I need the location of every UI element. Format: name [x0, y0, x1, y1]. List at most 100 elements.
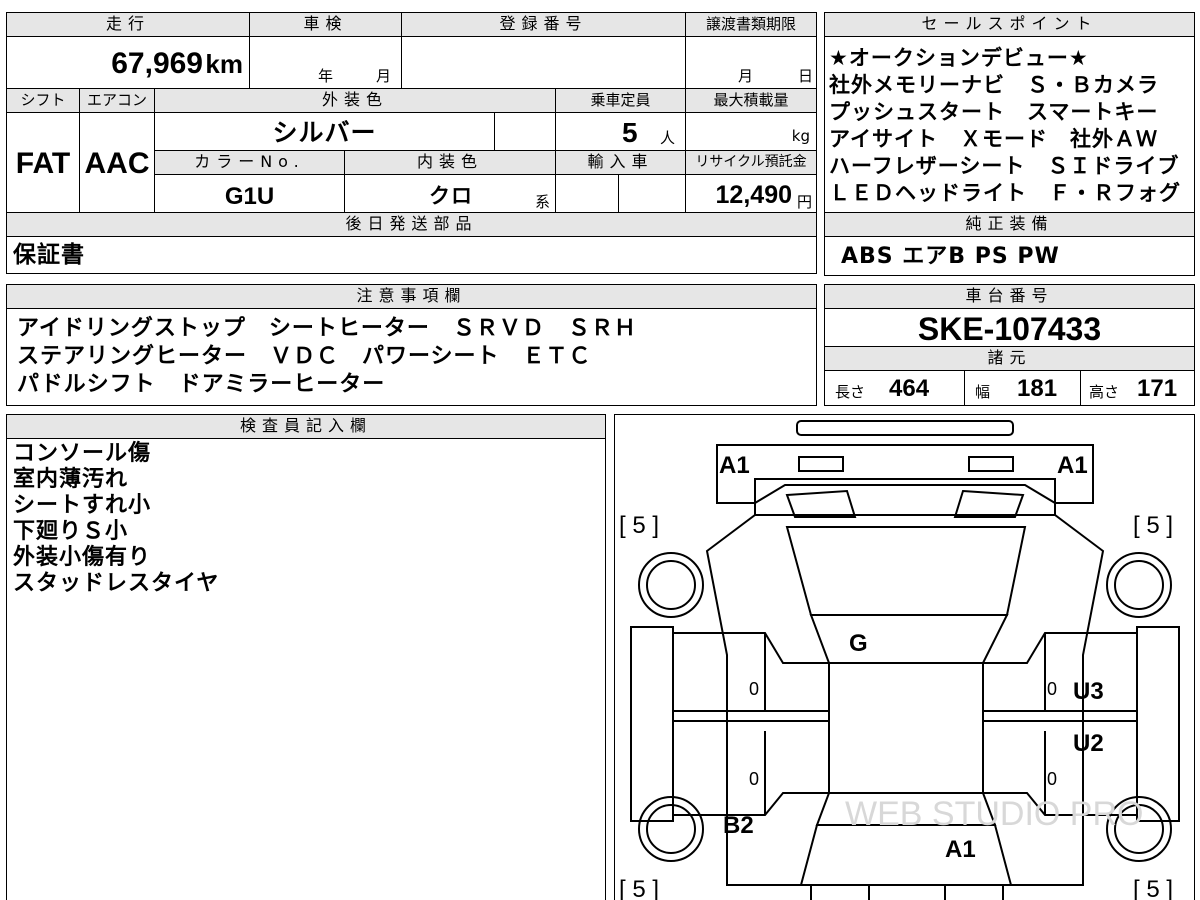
ext-color-value: シルバー	[272, 118, 377, 147]
hood-vent-right	[953, 489, 1025, 518]
color-no-label: カラーNo.	[194, 152, 305, 171]
mark-front-left: A1	[719, 452, 750, 479]
capacity-unit: 人	[660, 129, 676, 147]
ac-value: AAC	[84, 147, 150, 180]
door-mark-left-front: 0	[749, 679, 759, 699]
tire-mark-fl: [ 5 ]	[619, 512, 659, 539]
specs-height-cell: 高さ 171	[1080, 370, 1195, 406]
car-diagram: WEB STUDIO PRO A1 A1 G U3 U2 B2 A1 [ 5 ]…	[619, 420, 1180, 900]
shift-label: シフト	[20, 91, 66, 109]
sales-point-line: アイサイト Ｘモード 社外ＡＷ	[829, 127, 1158, 151]
tire-mark-fr: [ 5 ]	[1133, 512, 1173, 539]
transfer-cell: 月 日	[685, 36, 817, 89]
ext-color-extra-cell	[494, 112, 556, 151]
max-load-label: 最大積載量	[713, 91, 789, 109]
note-line: ステアリングヒーター ＶＤＣ パワーシート ＥＴＣ	[17, 344, 592, 369]
import-cell-b	[618, 174, 686, 213]
recycle-cell: 12,490 円	[685, 174, 817, 213]
hood	[754, 484, 1056, 516]
recycle-unit: 円	[796, 193, 812, 211]
windshield	[785, 526, 1027, 616]
mark-roof: G	[849, 630, 868, 657]
wheel-rear-left	[638, 796, 704, 862]
width-value: 181	[1017, 375, 1058, 402]
mark-left-rear: B2	[723, 812, 754, 839]
chassis-value: SKE-107433	[917, 311, 1102, 347]
mark-front-right: A1	[1057, 452, 1088, 479]
door-mark-right-rear: 0	[1047, 769, 1057, 789]
roof-panel	[809, 614, 1009, 664]
inspector-line: 下廻りＳ小	[13, 519, 129, 544]
wheel-front-right-inner	[1114, 560, 1164, 610]
mark-rear: A1	[945, 836, 976, 863]
ac-label: エアコン	[86, 91, 147, 109]
transfer-header: 譲渡書類期限	[685, 12, 817, 37]
int-color-label: 内装色	[416, 152, 483, 171]
genuine-equipment-label: 純正装備	[965, 214, 1054, 233]
inspection-cell: 年 月	[249, 36, 402, 89]
wheel-rear-left-inner	[646, 804, 696, 854]
wheel-front-left-inner	[646, 560, 696, 610]
front-outline	[716, 444, 1094, 504]
specs-width-cell: 幅 181	[964, 370, 1081, 406]
import-label: 輸入車	[587, 152, 654, 171]
notes-header: 注意事項欄	[6, 284, 817, 309]
door-mark-right-front: 0	[1047, 679, 1057, 699]
mileage-label: 走行	[105, 14, 150, 33]
registration-cell	[401, 36, 686, 89]
transfer-label: 譲渡書類期限	[705, 15, 796, 33]
genuine-equipment-value: ABS エアB PS PW	[841, 244, 1060, 269]
max-load-cell: kg	[685, 112, 817, 151]
max-load-unit: kg	[791, 127, 810, 145]
mileage-cell: 67,969 km	[6, 36, 250, 89]
capacity-value: 5	[622, 117, 638, 148]
headlight-right	[968, 456, 1014, 472]
mileage-unit: km	[205, 49, 243, 79]
hood-vent-left	[785, 489, 857, 518]
transfer-day-unit: 日	[798, 67, 814, 85]
int-color-header: 内装色	[344, 150, 556, 175]
shift-cell: FAT	[6, 112, 80, 213]
left-front-door	[672, 632, 830, 722]
length-value: 464	[889, 375, 930, 402]
front-bumper-slot	[796, 420, 1014, 436]
left-side-sill	[630, 626, 674, 822]
inspection-label: 車検	[303, 14, 348, 33]
note-line: パドルシフト ドアミラーヒーター	[17, 372, 386, 397]
tire-mark-rl: [ 5 ]	[619, 876, 659, 900]
sales-point-line: ＬＥＤヘッドライト Ｆ・Ｒフォグ	[829, 181, 1181, 205]
specs-label: 諸元	[987, 348, 1032, 367]
color-no-header: カラーNo.	[154, 150, 345, 175]
mileage-value: 67,969	[111, 47, 203, 80]
specs-header: 諸元	[824, 346, 1195, 371]
width-label: 幅	[975, 383, 991, 401]
inspection-year-unit: 年	[318, 67, 334, 85]
inspector-header: 検査員記入欄	[6, 414, 606, 439]
int-color-suffix: 系	[535, 193, 551, 211]
rear-bumper-slot-left	[810, 884, 870, 900]
inspector-line: コンソール傷	[13, 441, 152, 466]
wheel-front-right	[1106, 552, 1172, 618]
later-parts-cell: 保証書	[6, 236, 817, 274]
length-label: 長さ	[835, 383, 866, 401]
recycle-label: リサイクル預託金	[695, 154, 807, 170]
sales-points-header: セールスポイント	[824, 12, 1195, 37]
ext-color-header: 外装色	[154, 88, 556, 113]
specs-length-cell: 長さ 464	[824, 370, 965, 406]
notes-label: 注意事項欄	[356, 286, 467, 305]
inspector-box: コンソール傷 室内薄汚れ シートすれ小 下廻りＳ小 外装小傷有り スタッドレスタ…	[6, 438, 606, 900]
chassis-label: 車台番号	[965, 286, 1054, 305]
mark-right-rear-panel: U2	[1073, 730, 1104, 757]
recycle-value: 12,490	[715, 181, 792, 209]
sales-point-line: ★オークションデビュー★	[829, 46, 1089, 70]
left-rear-door	[672, 720, 830, 816]
recycle-header: リサイクル預託金	[685, 150, 817, 175]
genuine-equipment-header: 純正装備	[824, 212, 1195, 237]
genuine-equipment-box: ABS エアB PS PW	[824, 236, 1195, 276]
sales-point-line: プッシュスタート スマートキー	[829, 100, 1159, 124]
ac-header: エアコン	[79, 88, 155, 113]
ext-color-label: 外装色	[321, 90, 388, 109]
shift-header: シフト	[6, 88, 80, 113]
rear-hatch	[799, 824, 1013, 886]
watermark: WEB STUDIO PRO	[845, 795, 1143, 833]
